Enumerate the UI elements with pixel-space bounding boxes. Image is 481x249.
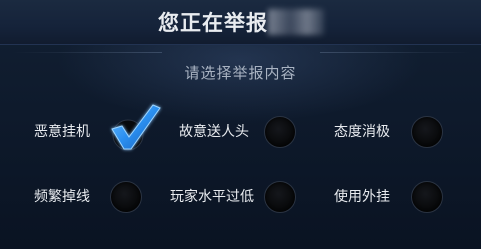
- report-option-feeding[interactable]: 故意送人头: [179, 111, 309, 151]
- report-prompt: 请选择举报内容: [184, 64, 297, 82]
- report-option-label: 故意送人头: [179, 124, 249, 140]
- dialog-header: 您正在举报: [0, 0, 481, 45]
- report-option-label: 频繁掉线: [34, 189, 90, 205]
- redacted-player-name: [268, 9, 324, 35]
- checkmark-icon[interactable]: [104, 99, 164, 155]
- radio-circle-icon: [110, 181, 142, 213]
- radio-circle-icon: [264, 116, 296, 148]
- radio-circle-icon: [264, 181, 296, 213]
- divider-left: [12, 52, 162, 53]
- report-option-disconnect[interactable]: 频繁掉线: [34, 176, 154, 216]
- report-option-negative-attitude[interactable]: 态度消极: [334, 111, 454, 151]
- report-option-label: 玩家水平过低: [170, 189, 254, 205]
- report-option-label: 使用外挂: [334, 189, 390, 205]
- report-option-cheating[interactable]: 使用外挂: [334, 176, 454, 216]
- dialog-title: 您正在举报: [158, 11, 268, 35]
- report-option-label: 恶意挂机: [34, 124, 90, 140]
- radio-circle-icon: [411, 116, 443, 148]
- report-option-label: 态度消极: [334, 124, 390, 140]
- divider-right: [320, 52, 470, 53]
- report-option-low-skill[interactable]: 玩家水平过低: [170, 176, 310, 216]
- radio-circle-icon: [411, 181, 443, 213]
